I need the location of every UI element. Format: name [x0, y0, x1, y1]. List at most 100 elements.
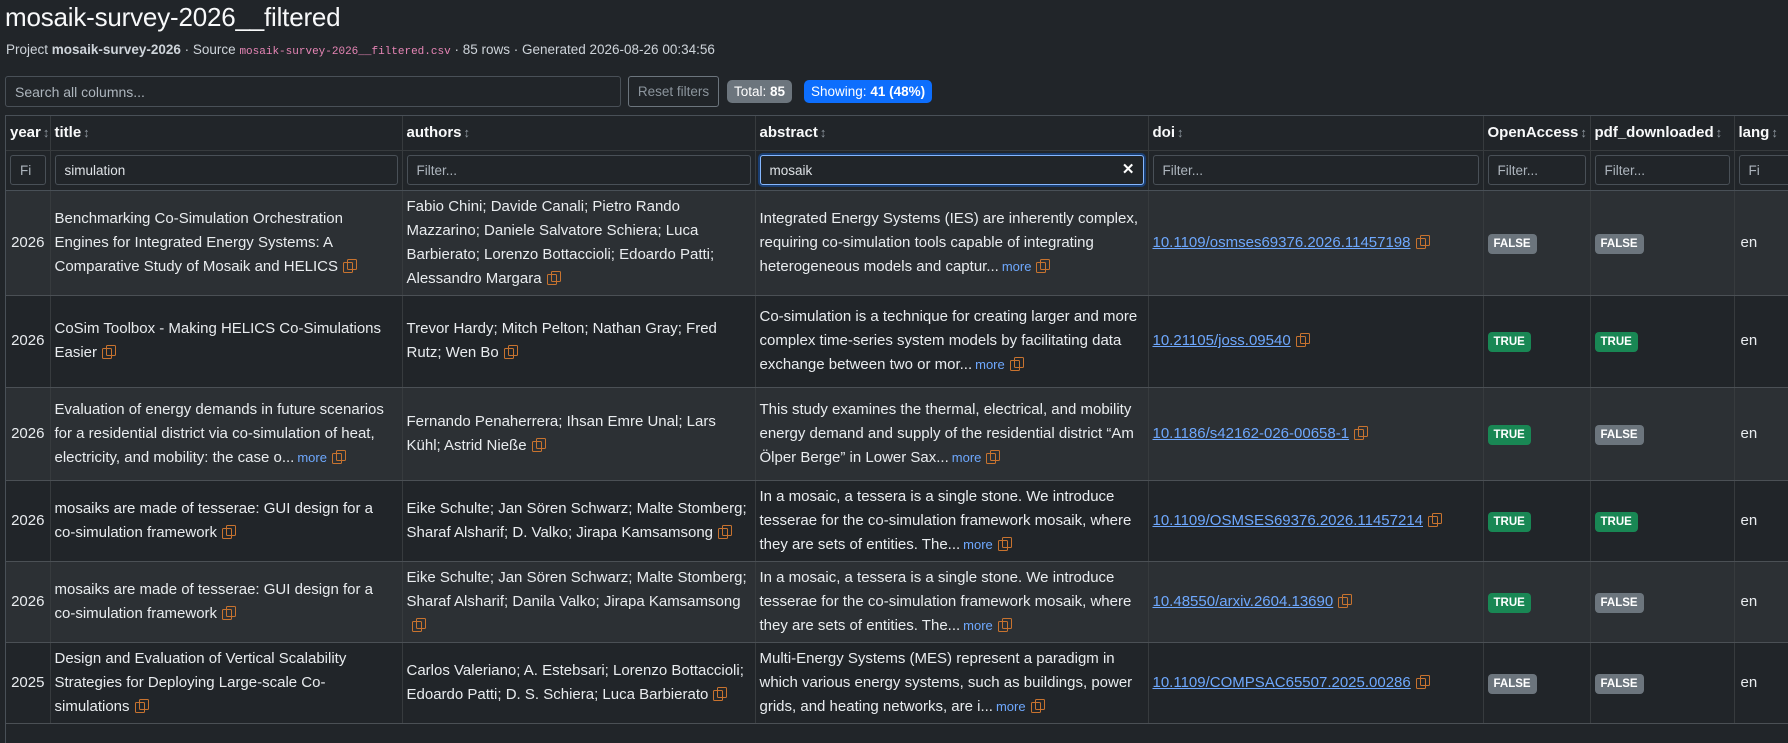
filter-wrap: ✕ [759, 155, 1144, 185]
more-link[interactable]: more [963, 537, 993, 552]
table-body: 2026 Benchmarking Co-Simulation Orchestra… [6, 190, 1788, 724]
sort-icon[interactable]: ↕ [1771, 125, 1778, 140]
sort-icon[interactable]: ↕ [83, 125, 90, 140]
filter-cell [1483, 150, 1591, 191]
more-link[interactable]: more [1002, 259, 1032, 274]
cell-abstract: In a mosaic, a tessera is a single stone… [755, 561, 1149, 643]
more-link[interactable]: more [297, 450, 327, 465]
copy-icon[interactable] [997, 536, 1012, 551]
copy-icon[interactable] [997, 617, 1012, 632]
more-link[interactable]: more [975, 357, 1005, 372]
results-table-container[interactable]: year ↕ title ↕ authors ↕ abstract ↕ doi ↕ OpenAcce… [5, 115, 1788, 743]
copy-icon[interactable] [1415, 674, 1430, 689]
sort-icon[interactable]: ↕ [1177, 125, 1184, 140]
copy-icon[interactable] [1295, 333, 1310, 347]
cell-open-access: TRUE [1483, 561, 1591, 643]
cell-title: Evaluation of energy demands in future s… [50, 387, 403, 481]
sort-icon[interactable]: ↕ [820, 125, 827, 140]
more-link[interactable]: more [963, 618, 993, 633]
title-text: mosaiks are made of tesserae: GUI design… [54, 499, 373, 541]
copy-icon[interactable] [986, 449, 1001, 464]
copy-icon[interactable] [411, 617, 426, 632]
column-header-title[interactable]: title ↕ [50, 116, 403, 151]
doi-link[interactable]: 10.48550/arxiv.2604.13690 [1153, 593, 1334, 610]
more-link[interactable]: more [996, 699, 1026, 714]
sort-icon[interactable]: ↕ [464, 125, 471, 140]
copy-icon[interactable] [531, 437, 546, 452]
copy-icon[interactable] [503, 345, 518, 359]
page-title: mosaik-survey-2026__filtered [5, 2, 341, 32]
open-access-badge: TRUE [1487, 592, 1531, 613]
table-row: 2026 CoSim Toolbox - Making HELICS Co-Sim… [6, 295, 1788, 388]
copy-icon[interactable] [1354, 425, 1369, 440]
copy-icon[interactable] [1428, 512, 1442, 527]
column-header-label: abstract [759, 124, 818, 142]
copy-icon[interactable] [1338, 593, 1353, 608]
cell-year: 2025 [6, 642, 51, 724]
pdf-downloaded-badge: FALSE [1594, 424, 1644, 445]
filter-input-year[interactable] [10, 155, 46, 185]
sort-icon[interactable]: ↕ [1580, 125, 1587, 140]
filter-input-openaccess[interactable] [1487, 155, 1586, 185]
results-table: year ↕ title ↕ authors ↕ abstract ↕ doi ↕ OpenAcce… [6, 116, 1788, 724]
clear-filter-icon[interactable]: ✕ [1122, 162, 1135, 178]
showing-badge: Showing: 41 (48%) [804, 80, 933, 103]
total-label: Total: [734, 84, 767, 99]
copy-icon[interactable] [1415, 234, 1430, 249]
column-header-lang[interactable]: lang ↕ [1734, 116, 1788, 151]
filter-input-abstract[interactable] [759, 155, 1144, 185]
cell-doi: 10.1109/COMPSAC65507.2025.00286 [1148, 642, 1484, 724]
column-header-pdf-downloaded[interactable]: pdf_downloaded ↕ [1590, 116, 1735, 151]
cell-year: 2026 [6, 480, 51, 562]
copy-icon[interactable] [331, 449, 346, 464]
filter-input-doi[interactable] [1152, 155, 1479, 185]
project-prefix: Project [6, 42, 49, 57]
filter-input-authors[interactable] [406, 155, 751, 185]
column-header-label: OpenAccess [1487, 124, 1579, 142]
copy-icon[interactable] [102, 345, 117, 359]
cell-open-access: FALSE [1483, 642, 1591, 724]
cell-authors: Carlos Valeriano; A. Estebsari; Lorenzo … [402, 642, 756, 724]
column-header-year[interactable]: year ↕ [6, 116, 51, 151]
cell-year: 2026 [6, 190, 51, 296]
filter-input-pdf-downloaded[interactable] [1594, 155, 1730, 185]
copy-icon[interactable] [1009, 357, 1024, 371]
copy-icon[interactable] [1036, 258, 1051, 273]
authors-text: Trevor Hardy; Mitch Pelton; Nathan Gray;… [406, 320, 717, 361]
filter-cell: ✕ [755, 150, 1149, 191]
cell-year: 2026 [6, 561, 51, 643]
copy-icon[interactable] [713, 686, 728, 701]
copy-icon[interactable] [546, 270, 561, 285]
filter-input-lang[interactable] [1738, 155, 1788, 185]
copy-icon[interactable] [222, 524, 237, 539]
cell-lang: en [1734, 642, 1788, 724]
filter-input-title[interactable] [54, 155, 398, 185]
column-header-doi[interactable]: doi ↕ [1148, 116, 1484, 151]
search-input[interactable] [5, 76, 621, 107]
open-access-badge: TRUE [1487, 424, 1531, 445]
doi-link[interactable]: 10.1109/osmses69376.2026.11457198 [1153, 234, 1411, 251]
cell-lang: en [1734, 480, 1788, 562]
copy-icon[interactable] [718, 524, 733, 539]
doi-link[interactable]: 10.21105/joss.09540 [1153, 332, 1291, 349]
copy-icon[interactable] [134, 698, 149, 713]
more-link[interactable]: more [952, 450, 982, 465]
copy-icon[interactable] [222, 605, 237, 620]
cell-authors: Fernando Penaherrera; Ihsan Emre Unal; L… [402, 387, 756, 481]
column-header-authors[interactable]: authors ↕ [402, 116, 756, 151]
doi-link[interactable]: 10.1186/s42162-026-00658-1 [1153, 425, 1350, 442]
doi-link[interactable]: 10.1109/OSMSES69376.2026.11457214 [1153, 512, 1424, 529]
cell-title: mosaiks are made of tesserae: GUI design… [50, 480, 403, 562]
reset-filters-button[interactable]: Reset filters [628, 76, 719, 107]
sort-icon[interactable]: ↕ [1716, 125, 1723, 140]
cell-title: CoSim Toolbox - Making HELICS Co-Simulat… [50, 295, 403, 388]
authors-text: Eike Schulte; Jan Sören Schwarz; Malte S… [406, 568, 747, 610]
cell-abstract: Multi-Energy Systems (MES) represent a p… [755, 642, 1149, 724]
sort-icon[interactable]: ↕ [43, 125, 49, 140]
copy-icon[interactable] [342, 258, 357, 273]
doi-link[interactable]: 10.1109/COMPSAC65507.2025.00286 [1153, 674, 1411, 691]
copy-icon[interactable] [1030, 698, 1045, 713]
column-header-openaccess[interactable]: OpenAccess ↕ [1483, 116, 1591, 151]
column-header-abstract[interactable]: abstract ↕ [755, 116, 1149, 151]
open-access-badge: TRUE [1487, 332, 1531, 352]
